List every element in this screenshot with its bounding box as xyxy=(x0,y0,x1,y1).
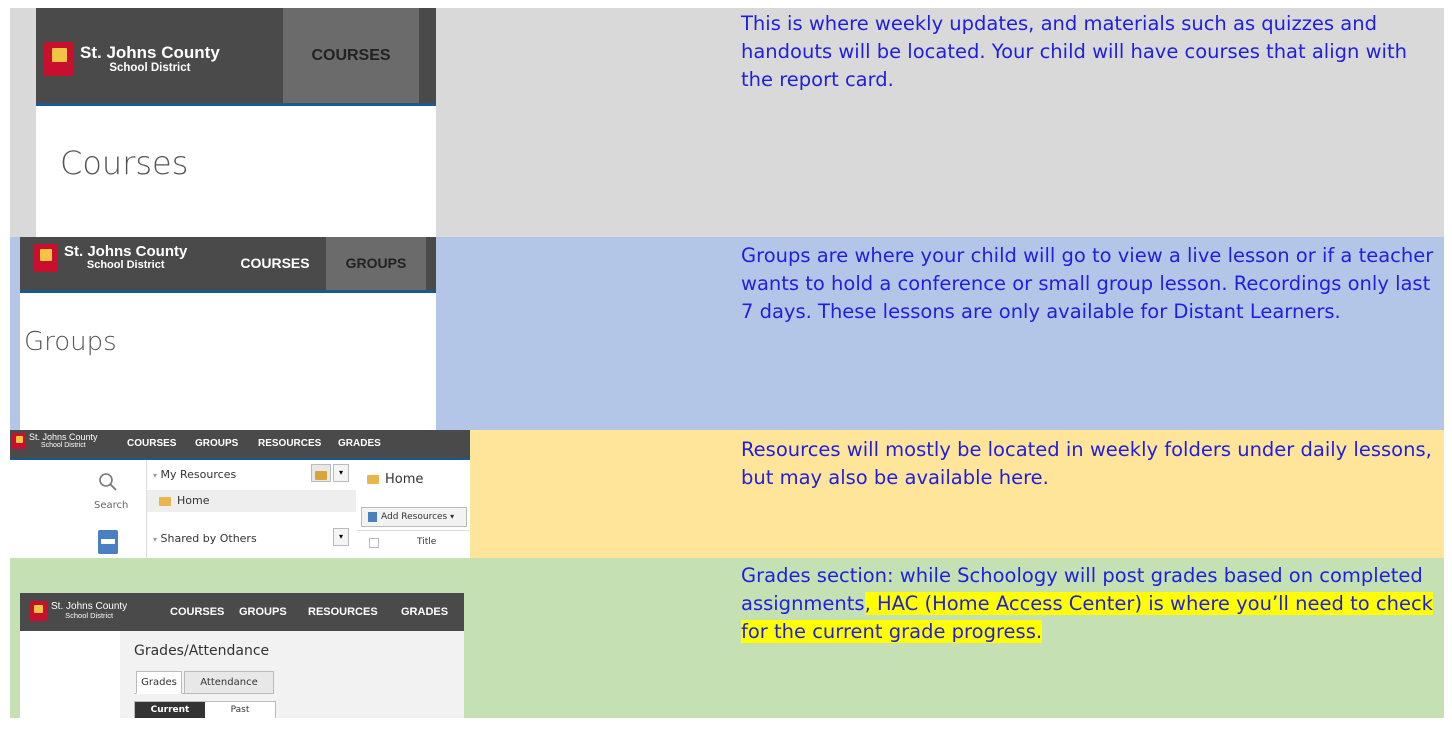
page-title: Groups xyxy=(24,327,117,357)
title-column-header[interactable]: Title xyxy=(417,537,436,547)
my-resources-label: My Resources xyxy=(160,468,237,481)
grades-screenshot: St. Johns County School District COURSES… xyxy=(20,593,464,718)
home-title: Home xyxy=(367,472,423,487)
crest-icon xyxy=(34,244,58,272)
grades-content: Grades/Attendance Grades Attendance Curr… xyxy=(120,631,464,718)
chevron-down-icon[interactable]: ▾ xyxy=(333,528,349,546)
district-logo[interactable]: St. Johns County School District xyxy=(12,432,98,450)
top-nav: St. Johns County School District COURSES… xyxy=(20,593,464,631)
courses-description: This is where weekly updates, and materi… xyxy=(741,12,1407,91)
district-sub: School District xyxy=(109,61,191,74)
district-name: St. Johns County xyxy=(64,243,188,261)
folder-icon xyxy=(159,496,171,506)
district-name: St. Johns County xyxy=(80,43,220,63)
chevron-down-icon[interactable]: ▾ xyxy=(333,464,349,482)
nav-groups[interactable]: GROUPS xyxy=(326,237,426,290)
search-icon[interactable] xyxy=(98,472,118,492)
nav-grades[interactable]: GRADES xyxy=(338,430,381,458)
groups-screenshot: St. Johns County School District COURSES… xyxy=(20,237,436,430)
courses-screenshot: St. Johns County School District COURSES… xyxy=(36,8,436,237)
resources-screenshot: St. Johns County School District COURSES… xyxy=(10,430,470,558)
home-item-label: Home xyxy=(177,494,210,507)
top-nav: St. Johns County School District COURSES… xyxy=(10,430,470,460)
grades-description: Grades section: while Schoology will pos… xyxy=(741,562,1441,646)
left-rail: Search xyxy=(10,460,146,558)
groups-description: Groups are where your child will go to v… xyxy=(741,244,1434,323)
nav-courses[interactable]: COURSES xyxy=(170,593,224,631)
top-nav: St. Johns County School District COURSES… xyxy=(20,237,436,293)
add-resources-button[interactable]: Add Resources ▾ xyxy=(361,507,467,527)
crest-icon xyxy=(30,601,47,621)
page-title: Courses xyxy=(60,144,189,182)
search-label: Search xyxy=(94,500,129,511)
district-sub: School District xyxy=(40,442,86,450)
resources-row: St. Johns County School District COURSES… xyxy=(10,430,1444,558)
nav-groups[interactable]: GROUPS xyxy=(239,593,287,631)
district-name: St. Johns County xyxy=(29,432,98,442)
crest-icon xyxy=(12,433,26,450)
toggle-past[interactable]: Past xyxy=(205,702,275,718)
tab-attendance[interactable]: Attendance xyxy=(184,671,274,694)
nav-resources[interactable]: RESOURCES xyxy=(258,430,321,458)
document-icon xyxy=(368,511,377,522)
district-logo[interactable]: St. Johns County School District xyxy=(44,42,220,76)
nav-courses[interactable]: COURSES xyxy=(127,430,176,458)
period-toggle: Current Past xyxy=(134,701,276,718)
courses-row: St. Johns County School District COURSES… xyxy=(10,8,1444,237)
add-resources-label: Add Resources xyxy=(381,512,448,522)
select-all-checkbox[interactable] xyxy=(369,538,379,548)
nav-courses[interactable]: COURSES xyxy=(283,8,419,103)
district-sub: School District xyxy=(65,611,114,621)
shared-label: Shared by Others xyxy=(160,532,257,545)
district-sub: School District xyxy=(86,259,165,272)
nav-resources[interactable]: RESOURCES xyxy=(308,593,378,631)
add-folder-button[interactable] xyxy=(311,464,331,482)
groups-row: St. Johns County School District COURSES… xyxy=(10,237,1444,430)
nav-courses[interactable]: COURSES xyxy=(227,237,323,290)
resources-icon[interactable] xyxy=(98,530,118,554)
page-title: Grades/Attendance xyxy=(134,643,270,659)
crest-icon xyxy=(44,42,74,76)
home-folder-item[interactable]: Home xyxy=(147,490,356,512)
resources-description: Resources will mostly be located in week… xyxy=(741,438,1432,489)
tab-grades[interactable]: Grades xyxy=(136,671,182,694)
folder-icon xyxy=(367,475,379,484)
shared-toggle[interactable]: ▾ Shared by Others xyxy=(153,532,257,545)
top-nav: St. Johns County School District COURSES xyxy=(36,8,436,106)
my-resources-toggle[interactable]: ▾ My Resources xyxy=(153,468,236,481)
resources-tree: ▾ My Resources ▾ Home ▾ Shared by Others… xyxy=(146,460,358,558)
resources-content: Home Add Resources ▾ Title xyxy=(357,460,470,558)
tab-bar: Grades Attendance xyxy=(134,671,274,694)
nav-groups[interactable]: GROUPS xyxy=(195,430,238,458)
nav-grades[interactable]: GRADES xyxy=(401,593,448,631)
district-logo[interactable]: St. Johns County School District xyxy=(30,601,127,621)
toggle-current[interactable]: Current xyxy=(135,702,205,718)
district-logo[interactable]: St. Johns County School District xyxy=(34,244,187,272)
grades-row: St. Johns County School District COURSES… xyxy=(10,558,1444,718)
home-title-text: Home xyxy=(385,472,424,487)
